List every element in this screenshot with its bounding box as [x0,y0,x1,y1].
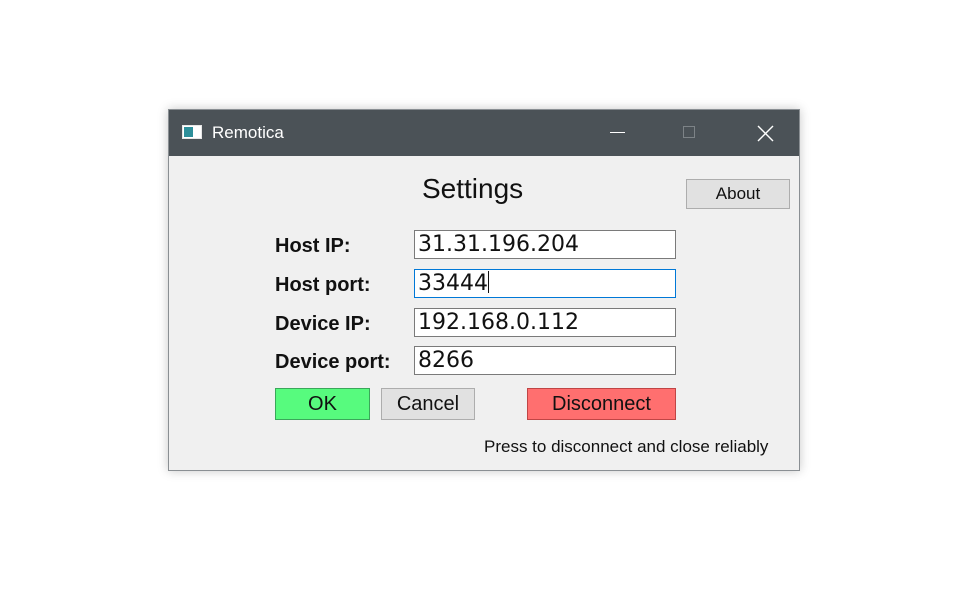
ok-button[interactable]: OK [275,388,370,420]
host-ip-label: Host IP: [275,235,351,257]
maximize-button [667,110,713,156]
page-title: Settings [422,173,524,204]
device-port-value: 8266 [418,348,474,373]
host-ip-field[interactable]: 31.31.196.204 [414,230,676,259]
settings-window: Remotica Settings About Host IP: 31.31.1… [168,109,800,471]
text-caret [488,271,489,293]
close-button[interactable] [742,110,788,156]
device-port-field[interactable]: 8266 [414,346,676,375]
maximize-icon [683,126,695,138]
disconnect-button[interactable]: Disconnect [527,388,676,420]
cancel-button[interactable]: Cancel [381,388,475,420]
title-bar[interactable]: Remotica [169,110,799,156]
device-ip-label: Device IP: [275,313,371,335]
host-port-label: Host port: [275,274,371,296]
disconnect-hint: Press to disconnect and close reliably [484,437,769,456]
close-icon [757,125,774,142]
host-ip-value: 31.31.196.204 [418,232,579,257]
window-title: Remotica [212,123,284,142]
host-port-field[interactable]: 33444 [414,269,676,298]
minimize-icon [610,132,625,133]
about-button[interactable]: About [686,179,790,209]
app-window-icon [182,125,202,139]
host-port-value: 33444 [418,271,488,296]
device-port-label: Device port: [275,351,391,373]
device-ip-field[interactable]: 192.168.0.112 [414,308,676,337]
minimize-button[interactable] [594,110,640,156]
device-ip-value: 192.168.0.112 [418,310,579,335]
